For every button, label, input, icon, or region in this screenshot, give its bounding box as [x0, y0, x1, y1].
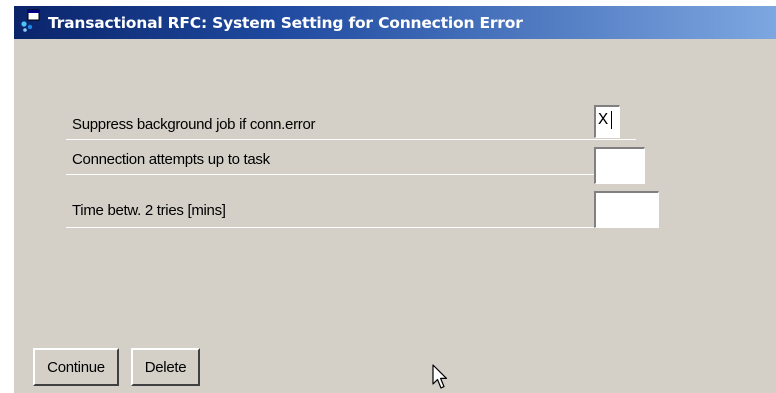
window-title: Transactional RFC: System Setting for Co…	[48, 13, 523, 32]
suppress-bg-job-checkbox-field[interactable]: X	[594, 105, 620, 138]
setting-label: Suppress background job if conn.error	[72, 116, 316, 133]
setting-label: Time betw. 2 tries [mins]	[72, 202, 226, 219]
field-value: X	[598, 111, 609, 130]
time-between-tries-field[interactable]	[594, 191, 659, 228]
setting-label: Connection attempts up to task	[72, 151, 270, 168]
continue-button[interactable]: Continue	[33, 348, 119, 386]
setting-row-suppress-bg-job: Suppress background job if conn.error	[66, 109, 636, 140]
setting-row-time-between-tries: Time betw. 2 tries [mins]	[66, 192, 656, 228]
text-caret	[611, 111, 612, 129]
mouse-pointer-icon	[432, 364, 448, 393]
setting-row-connection-attempts: Connection attempts up to task	[66, 144, 636, 175]
sap-window-icon	[14, 6, 48, 39]
title-bar[interactable]: Transactional RFC: System Setting for Co…	[14, 6, 776, 39]
delete-button[interactable]: Delete	[131, 348, 200, 386]
rfc-settings-dialog: Transactional RFC: System Setting for Co…	[14, 6, 776, 393]
connection-attempts-field[interactable]	[594, 147, 645, 184]
